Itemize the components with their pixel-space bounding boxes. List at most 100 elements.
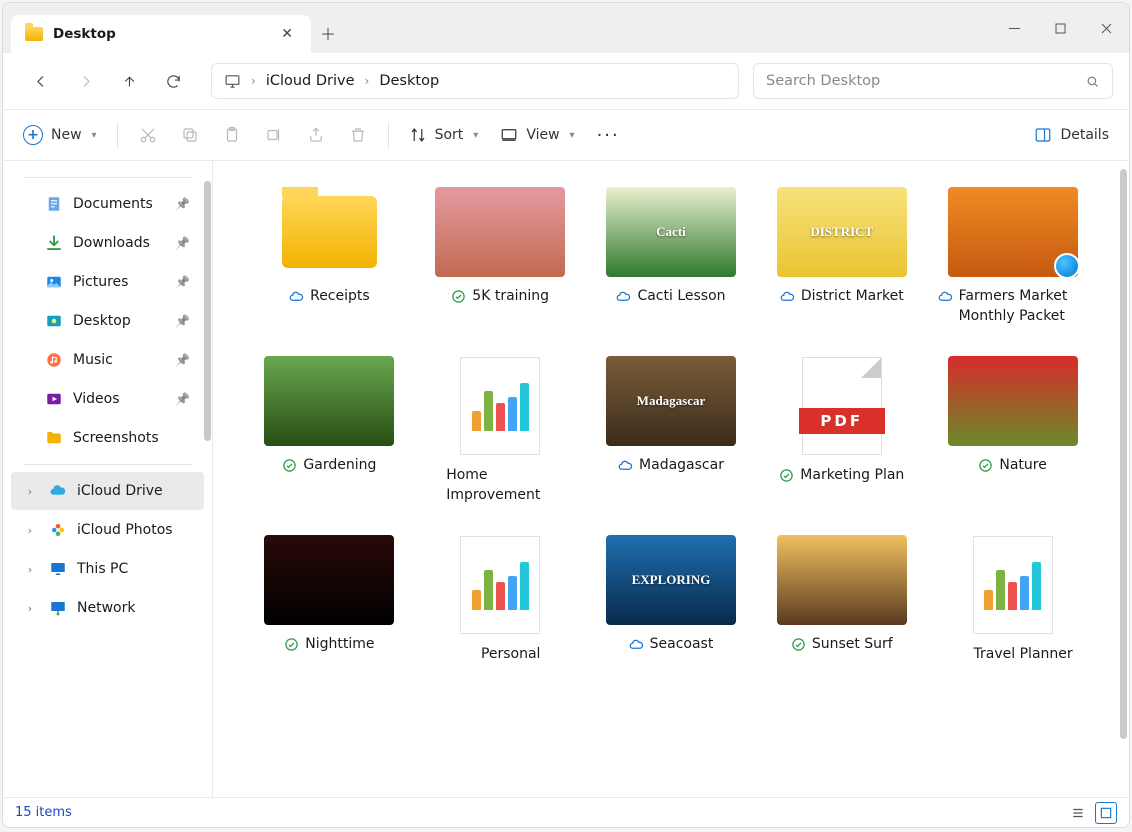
sidebar-item-icloud-drive[interactable]: ›iCloud Drive bbox=[11, 472, 204, 510]
sidebar-item-desktop[interactable]: Desktop📌 bbox=[11, 302, 204, 340]
network-icon bbox=[49, 599, 67, 617]
file-label: Nighttime bbox=[284, 635, 374, 655]
file-item[interactable]: Travel Planner bbox=[936, 535, 1089, 665]
file-item[interactable]: Nighttime bbox=[253, 535, 406, 665]
titlebar: Desktop ✕ ＋ bbox=[3, 3, 1129, 53]
sidebar-item-music[interactable]: Music📌 bbox=[11, 341, 204, 379]
scrollbar[interactable] bbox=[1120, 169, 1127, 739]
more-button[interactable]: ··· bbox=[587, 117, 630, 153]
search-icon bbox=[1085, 74, 1100, 89]
sidebar-item-label: Music bbox=[73, 352, 113, 368]
pictures-icon bbox=[45, 273, 63, 291]
folder-icon bbox=[25, 27, 43, 41]
file-item[interactable]: MadagascarMadagascar bbox=[595, 356, 748, 505]
pin-icon: 📌 bbox=[175, 275, 190, 289]
music-icon bbox=[45, 351, 63, 369]
search-placeholder: Search Desktop bbox=[766, 73, 1085, 89]
view-button[interactable]: View ▾ bbox=[490, 117, 584, 153]
new-button[interactable]: + New ▾ bbox=[13, 117, 107, 153]
list-view-button[interactable] bbox=[1067, 802, 1089, 824]
file-item[interactable]: Gardening bbox=[253, 356, 406, 505]
thumbnail bbox=[948, 356, 1078, 446]
new-tab-button[interactable]: ＋ bbox=[311, 21, 345, 45]
details-button[interactable]: Details bbox=[1024, 117, 1119, 153]
toolbar: + New ▾ Sort ▾ View ▾ ··· Details bbox=[3, 109, 1129, 161]
file-item[interactable]: Nature bbox=[936, 356, 1089, 505]
sidebar-item-downloads[interactable]: Downloads📌 bbox=[11, 224, 204, 262]
file-item[interactable]: 5K training bbox=[424, 187, 577, 326]
chevron-right-icon[interactable]: › bbox=[21, 485, 39, 498]
chevron-down-icon: ▾ bbox=[473, 130, 478, 141]
up-button[interactable] bbox=[107, 63, 151, 99]
file-name: District Market bbox=[801, 287, 904, 307]
file-label: Marketing Plan bbox=[779, 466, 904, 486]
file-item[interactable]: Sunset Surf bbox=[765, 535, 918, 665]
file-label: Cacti Lesson bbox=[616, 287, 725, 307]
sidebar-item-label: iCloud Photos bbox=[77, 522, 173, 538]
thumbnail bbox=[948, 187, 1078, 277]
rename-button[interactable] bbox=[254, 117, 294, 153]
file-item[interactable]: Home Improvement bbox=[424, 356, 577, 505]
content-area[interactable]: Receipts5K training Cacti Cacti Lesson DIST… bbox=[213, 161, 1129, 797]
scrollbar[interactable] bbox=[204, 181, 211, 441]
thumbnail: DISTRICT bbox=[777, 187, 907, 277]
tab-desktop[interactable]: Desktop ✕ bbox=[11, 15, 311, 53]
sidebar: Documents📌Downloads📌Pictures📌Desktop📌Mus… bbox=[3, 161, 213, 797]
chevron-right-icon[interactable]: › bbox=[21, 602, 39, 615]
sidebar-item-screenshots[interactable]: Screenshots bbox=[11, 419, 204, 457]
thumbnail bbox=[435, 187, 565, 277]
file-name: Gardening bbox=[303, 456, 376, 476]
thumbnail bbox=[264, 187, 394, 277]
window-controls bbox=[991, 11, 1129, 45]
chevron-down-icon: ▾ bbox=[92, 130, 97, 141]
back-button[interactable] bbox=[19, 63, 63, 99]
sidebar-item-this-pc[interactable]: › This PC bbox=[11, 550, 204, 588]
share-button[interactable] bbox=[296, 117, 336, 153]
file-item[interactable]: PDFMarketing Plan bbox=[765, 356, 918, 505]
sidebar-item-label: This PC bbox=[77, 561, 128, 577]
icon-view-button[interactable] bbox=[1095, 802, 1117, 824]
minimize-button[interactable] bbox=[991, 11, 1037, 45]
file-label: Sunset Surf bbox=[791, 635, 893, 655]
file-explorer-window: Desktop ✕ ＋ › iCloud Drive › Desktop Sea… bbox=[2, 2, 1130, 828]
thumbnail bbox=[264, 535, 394, 625]
close-button[interactable] bbox=[1083, 11, 1129, 45]
chevron-right-icon[interactable]: › bbox=[21, 524, 39, 537]
file-name: Personal bbox=[481, 645, 541, 665]
breadcrumb[interactable]: › iCloud Drive › Desktop bbox=[211, 63, 739, 99]
search-input[interactable]: Search Desktop bbox=[753, 63, 1113, 99]
file-item[interactable]: EXPLORINGSeacoast bbox=[595, 535, 748, 665]
chevron-down-icon: ▾ bbox=[570, 130, 575, 141]
maximize-button[interactable] bbox=[1037, 11, 1083, 45]
forward-button[interactable] bbox=[63, 63, 107, 99]
thumbnail bbox=[777, 535, 907, 625]
file-item[interactable]: Cacti Cacti Lesson bbox=[595, 187, 748, 326]
sidebar-item-network[interactable]: ›Network bbox=[11, 589, 204, 627]
thumbnail bbox=[435, 356, 565, 456]
file-label: Farmers Market Monthly Packet bbox=[938, 287, 1088, 326]
file-item[interactable]: Personal bbox=[424, 535, 577, 665]
cut-button[interactable] bbox=[128, 117, 168, 153]
sidebar-item-pictures[interactable]: Pictures📌 bbox=[11, 263, 204, 301]
file-item[interactable]: DISTRICT District Market bbox=[765, 187, 918, 326]
paste-button[interactable] bbox=[212, 117, 252, 153]
file-item[interactable]: Receipts bbox=[253, 187, 406, 326]
refresh-button[interactable] bbox=[151, 63, 195, 99]
close-icon[interactable]: ✕ bbox=[277, 22, 297, 46]
chevron-right-icon: › bbox=[251, 74, 256, 88]
item-count: 15 items bbox=[15, 805, 72, 820]
breadcrumb-part[interactable]: iCloud Drive bbox=[266, 73, 355, 89]
sort-button[interactable]: Sort ▾ bbox=[399, 117, 489, 153]
copy-button[interactable] bbox=[170, 117, 210, 153]
nav-row: › iCloud Drive › Desktop Search Desktop bbox=[3, 53, 1129, 109]
file-name: Home Improvement bbox=[446, 466, 575, 505]
sidebar-item-icloud-photos[interactable]: › iCloud Photos bbox=[11, 511, 204, 549]
file-name: Seacoast bbox=[650, 635, 714, 655]
sidebar-item-documents[interactable]: Documents📌 bbox=[11, 185, 204, 223]
breadcrumb-part[interactable]: Desktop bbox=[379, 73, 439, 89]
chevron-right-icon[interactable]: › bbox=[21, 563, 39, 576]
sidebar-item-videos[interactable]: Videos📌 bbox=[11, 380, 204, 418]
thumbnail: Cacti bbox=[606, 187, 736, 277]
delete-button[interactable] bbox=[338, 117, 378, 153]
file-item[interactable]: Farmers Market Monthly Packet bbox=[936, 187, 1089, 326]
